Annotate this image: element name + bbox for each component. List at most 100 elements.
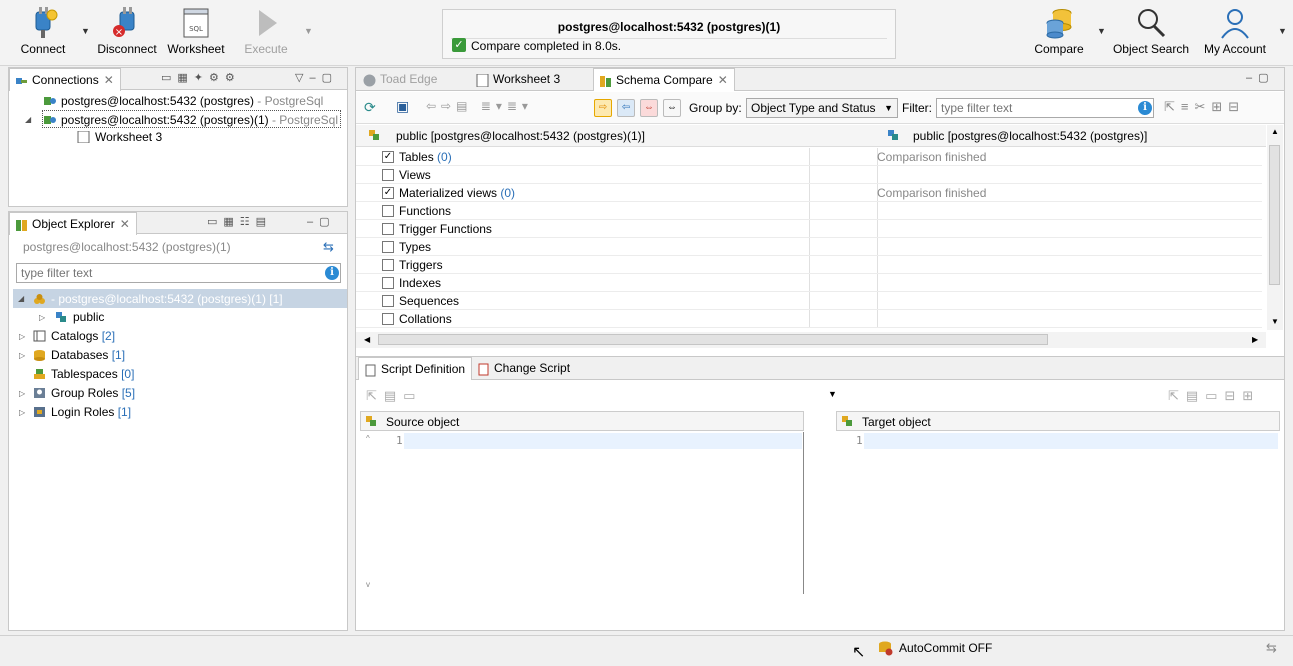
compare-button[interactable]: Compare	[1030, 6, 1088, 62]
info-icon[interactable]: i	[325, 266, 339, 280]
compare-row[interactable]: Types	[356, 238, 1262, 256]
expand-arrow-icon[interactable]: ▷	[19, 408, 25, 417]
compare-row[interactable]: Trigger Functions	[356, 220, 1262, 238]
run-compare-icon[interactable]: ⟳	[364, 99, 376, 116]
tab-connections[interactable]: Connections ✕	[9, 68, 121, 91]
group-by-select[interactable]: Object Type and Status ▼	[746, 98, 898, 118]
worksheet-item[interactable]: Worksheet 3	[77, 128, 162, 146]
grid-horizontal-scrollbar[interactable]: ◀ ▶	[356, 332, 1266, 348]
scroll-up-icon[interactable]: ▲	[1271, 127, 1279, 136]
compare-row[interactable]: ✓ Materialized views (0) Comparison finish…	[356, 184, 1262, 202]
equal-objects-icon[interactable]: ⇔	[663, 99, 681, 117]
compare-grid-header: public [postgres@localhost:5432 (postgre…	[356, 125, 1266, 147]
compare-row[interactable]: Indexes	[356, 274, 1262, 292]
target-to-source-icon[interactable]: ⇦	[617, 99, 635, 117]
refresh-icon[interactable]: ⇆	[323, 239, 334, 255]
execute-dropdown-icon[interactable]: ▼	[304, 26, 313, 36]
tablespaces-label: Tablespaces	[51, 367, 118, 381]
source-script-tools[interactable]: ⇱▤▭	[366, 388, 422, 404]
connections-toolbar-icons[interactable]: ▭▦✦⚙⚙	[161, 71, 241, 84]
connection-status-icon[interactable]: ⇆	[1266, 640, 1277, 656]
databases-node[interactable]: Databases [1]	[33, 346, 125, 364]
fold-icon[interactable]: v	[366, 580, 370, 589]
target-script-editor[interactable]: 1	[836, 432, 1280, 612]
row-checkbox[interactable]	[382, 223, 394, 235]
scroll-right-icon[interactable]: ▶	[1252, 335, 1258, 344]
collapse-arrow-icon[interactable]: ◢	[18, 294, 24, 303]
schema-node[interactable]: public	[55, 308, 104, 326]
execute-button[interactable]: Execute	[236, 6, 296, 62]
tab-change-script[interactable]: Change Script	[472, 357, 576, 379]
row-checkbox[interactable]	[382, 241, 394, 253]
server-icon	[33, 292, 46, 304]
row-checkbox[interactable]	[382, 313, 394, 325]
tab-object-explorer[interactable]: Object Explorer ✕	[9, 212, 137, 235]
expand-arrow-icon[interactable]: ▷	[19, 351, 25, 360]
tab-toad-edge[interactable]: Toad Edge	[358, 68, 443, 90]
catalogs-node[interactable]: Catalogs [2]	[33, 327, 115, 345]
scroll-thumb[interactable]	[378, 334, 1048, 345]
differences-icon[interactable]: ⇔	[640, 99, 658, 117]
close-icon[interactable]: ✕	[104, 73, 114, 87]
row-checkbox[interactable]	[382, 277, 394, 289]
tablespaces-node[interactable]: Tablespaces [0]	[33, 365, 134, 383]
compare-row[interactable]: Functions	[356, 202, 1262, 220]
row-checkbox[interactable]: ✓	[382, 151, 394, 163]
save-icon[interactable]: ▣	[396, 98, 409, 115]
compare-filter-input[interactable]	[936, 98, 1154, 118]
my-account-button[interactable]: My Account	[1200, 6, 1270, 62]
expand-arrow-icon[interactable]: ▷	[19, 389, 25, 398]
connect-button[interactable]: Connect	[14, 6, 72, 62]
worksheet-button[interactable]: SQL Worksheet	[166, 6, 226, 62]
compare-row[interactable]: Sequences	[356, 292, 1262, 310]
row-object-type: Tables	[399, 150, 434, 164]
explorer-filter-input[interactable]	[16, 263, 341, 283]
source-to-target-icon[interactable]: ⇨	[594, 99, 612, 117]
compare-options-icons[interactable]: ⇱≡✂⊞⊟	[1164, 99, 1245, 115]
scroll-down-icon[interactable]: ▼	[1271, 317, 1279, 326]
scroll-thumb[interactable]	[1269, 145, 1280, 285]
source-script-editor[interactable]: ^ 1 v	[360, 432, 804, 594]
compare-row[interactable]: Collations	[356, 310, 1262, 328]
fold-icon[interactable]: ^	[366, 434, 370, 443]
login-roles-node[interactable]: Login Roles [1]	[33, 403, 131, 421]
expand-arrow-icon[interactable]: ▷	[39, 313, 45, 322]
group-roles-icon	[33, 386, 46, 398]
autocommit-status[interactable]: AutoCommit OFF	[899, 641, 992, 655]
explorer-root-node[interactable]: - postgres@localhost:5432 (postgres)(1) …	[33, 290, 283, 308]
tab-worksheet-3[interactable]: Worksheet 3	[471, 68, 566, 90]
navigation-icons[interactable]: ⇦⇨▤ ≣▾≣▾	[426, 99, 533, 113]
target-script-tools[interactable]: ⇱▤▭⊟⊞	[1168, 388, 1260, 404]
close-icon[interactable]: ✕	[120, 217, 130, 231]
object-search-button[interactable]: Object Search	[1112, 6, 1190, 62]
disconnect-button[interactable]: × Disconnect	[96, 6, 158, 62]
tab-script-definition[interactable]: Script Definition	[358, 357, 473, 380]
collapse-arrow-icon[interactable]: ◢	[25, 115, 31, 124]
view-menu-icons[interactable]: –▢	[307, 215, 336, 228]
grid-vertical-scrollbar[interactable]: ▲ ▼	[1267, 125, 1283, 330]
row-checkbox[interactable]	[382, 205, 394, 217]
info-icon[interactable]: i	[1138, 101, 1152, 115]
row-checkbox[interactable]: ✓	[382, 187, 394, 199]
close-icon[interactable]: ✕	[718, 73, 728, 87]
row-checkbox[interactable]	[382, 259, 394, 271]
compare-row[interactable]: Triggers	[356, 256, 1262, 274]
scroll-left-icon[interactable]: ◀	[364, 335, 370, 344]
explorer-tabbar: Object Explorer ✕ ▭▦☷▤ –▢	[9, 212, 347, 235]
connection-item[interactable]: postgres@localhost:5432 (postgres) - Pos…	[43, 92, 323, 110]
account-dropdown-icon[interactable]: ▼	[1278, 26, 1287, 36]
compare-row[interactable]: Views	[356, 166, 1262, 184]
expand-arrow-icon[interactable]: ▷	[19, 332, 25, 341]
connect-dropdown-icon[interactable]: ▼	[81, 26, 90, 36]
compare-dropdown-icon[interactable]: ▼	[1097, 26, 1106, 36]
row-checkbox[interactable]	[382, 295, 394, 307]
group-roles-node[interactable]: Group Roles [5]	[33, 384, 135, 402]
explorer-toolbar-icons[interactable]: ▭▦☷▤	[207, 215, 272, 228]
chevron-down-icon[interactable]: ▼	[828, 389, 837, 399]
compare-row[interactable]: ✓ Tables (0) Comparison finished	[356, 148, 1262, 166]
connection-item-selected[interactable]: postgres@localhost:5432 (postgres)(1) - …	[42, 110, 341, 128]
view-menu-icons[interactable]: ▽–▢	[295, 71, 338, 84]
row-checkbox[interactable]	[382, 169, 394, 181]
tab-schema-compare[interactable]: Schema Compare ✕	[593, 68, 735, 91]
view-menu-icons[interactable]: –▢	[1246, 71, 1275, 84]
